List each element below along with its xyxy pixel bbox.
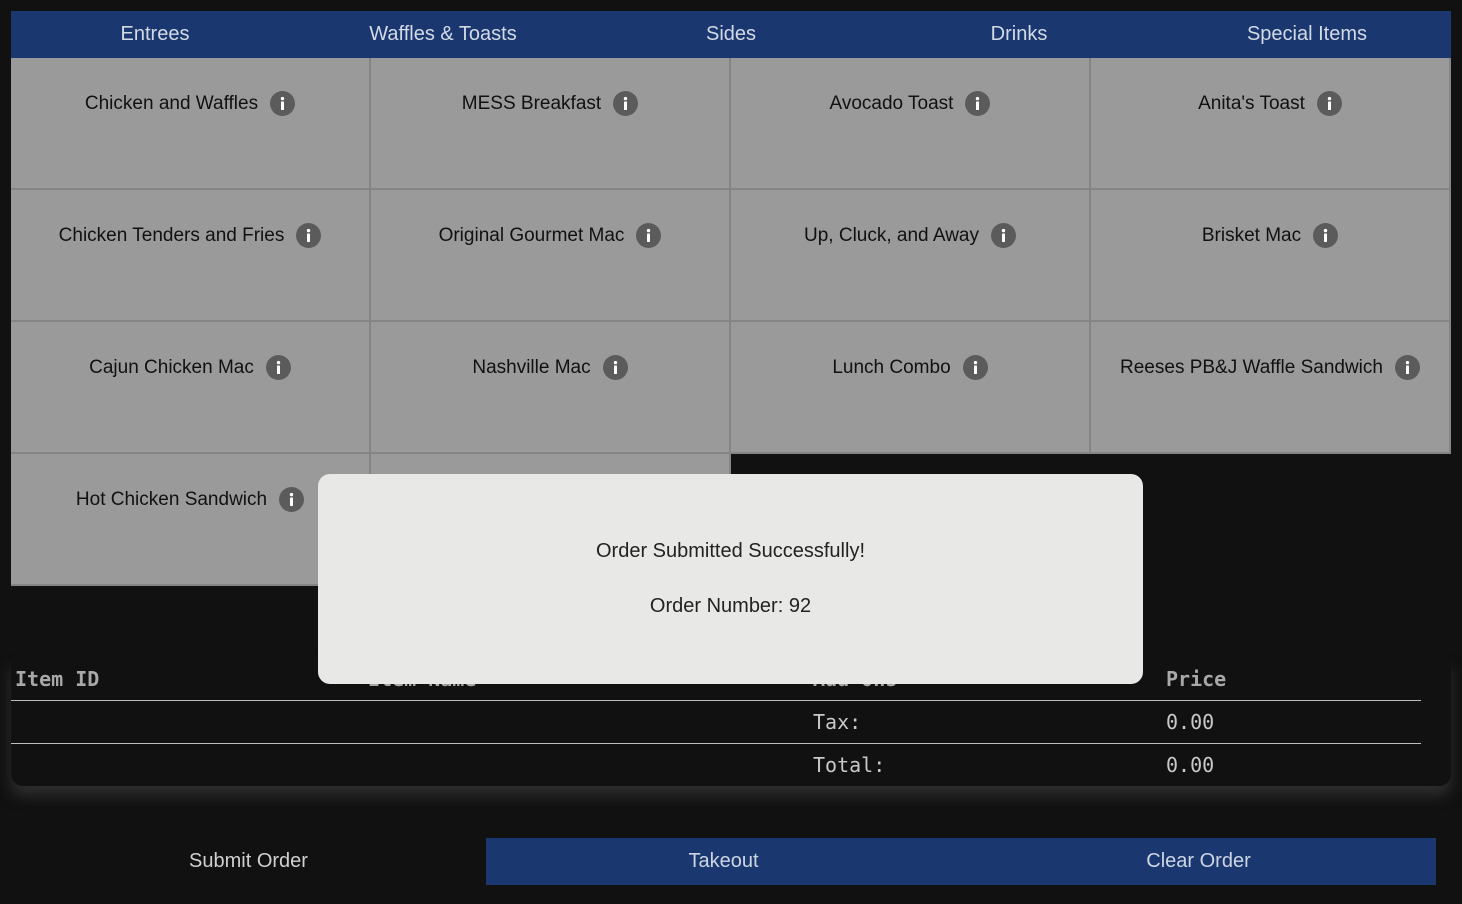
menu-item-label: Chicken and Waffles [84, 92, 259, 114]
menu-item-content: Reeses PB&J Waffle Sandwich [1120, 355, 1420, 380]
info-icon[interactable] [613, 91, 639, 116]
menu-item-content: Original Gourmet Mac [439, 223, 662, 248]
tab-label: Special Items [1246, 23, 1368, 45]
menu-item-content: Hot Chicken Sandwich [75, 487, 305, 512]
menu-item-label: Anita's Toast [1198, 92, 1305, 114]
menu-item-button[interactable]: Cajun Chicken Mac [11, 322, 371, 454]
menu-item-button[interactable]: Chicken Tenders and Fries [11, 190, 371, 322]
tab-special-items[interactable]: Special Items [1163, 11, 1451, 58]
menu-item-button[interactable]: Original Gourmet Mac [371, 190, 731, 322]
menu-item-content: Nashville Mac [472, 355, 628, 380]
category-tabs: Entrees Waffles & Toasts Sides Drinks Sp… [11, 11, 1451, 58]
menu-item-label: Reeses PB&J Waffle Sandwich [1120, 356, 1383, 378]
info-icon[interactable] [1313, 223, 1339, 248]
menu-item-content: MESS Breakfast [461, 91, 639, 116]
column-header-price: Price [1162, 658, 1421, 701]
tab-label: Entrees [120, 23, 190, 45]
info-icon[interactable] [296, 223, 322, 248]
menu-item-label: Original Gourmet Mac [438, 224, 625, 246]
menu-item-label: Chicken Tenders and Fries [58, 224, 285, 246]
info-icon[interactable] [636, 223, 662, 248]
menu-item-content: Chicken and Waffles [84, 91, 296, 116]
menu-item-label: Brisket Mac [1201, 224, 1302, 246]
menu-item-button[interactable]: Avocado Toast [731, 58, 1091, 190]
info-icon[interactable] [990, 223, 1016, 248]
takeout-button[interactable]: Takeout [486, 838, 961, 885]
tax-value: 0.00 [1162, 700, 1421, 744]
menu-item-label: Nashville Mac [472, 356, 591, 378]
tax-label: Tax: [809, 700, 1162, 744]
menu-item-label: Cajun Chicken Mac [89, 356, 254, 378]
menu-item-button[interactable]: Anita's Toast [1091, 58, 1451, 190]
menu-item-button[interactable]: Chicken and Waffles [11, 58, 371, 190]
modal-title: Order Submitted Successfully! [596, 540, 865, 562]
order-confirmation-modal: Order Submitted Successfully! Order Numb… [318, 474, 1143, 684]
info-icon[interactable] [279, 487, 305, 512]
tax-row: Tax: 0.00 [11, 700, 1421, 744]
total-value: 0.00 [1166, 753, 1215, 777]
menu-item-button[interactable]: Nashville Mac [371, 322, 731, 454]
info-icon[interactable] [270, 91, 296, 116]
submit-order-button[interactable]: Submit Order [11, 838, 486, 885]
menu-item-label: MESS Breakfast [461, 92, 602, 114]
menu-item-button[interactable]: Hot Chicken Sandwich [11, 454, 371, 586]
total-row: Total: 0.00 [11, 744, 1421, 787]
menu-item-content: Anita's Toast [1198, 91, 1342, 116]
menu-item-label: Avocado Toast [829, 92, 954, 114]
info-icon[interactable] [965, 91, 991, 116]
menu-item-content: Brisket Mac [1201, 223, 1339, 248]
tab-label: Drinks [990, 23, 1048, 45]
order-number: Order Number: 92 [649, 595, 812, 617]
menu-item-label: Up, Cluck, and Away [804, 224, 979, 246]
tab-label: Waffles & Toasts [369, 23, 517, 45]
info-icon[interactable] [1316, 91, 1342, 116]
info-icon[interactable] [265, 355, 291, 380]
menu-item-label: Lunch Combo [832, 356, 951, 378]
column-header-item-id: Item ID [11, 658, 364, 701]
info-icon[interactable] [962, 355, 988, 380]
menu-item-content: Lunch Combo [832, 355, 988, 380]
clear-order-button[interactable]: Clear Order [961, 838, 1436, 885]
menu-item-content: Cajun Chicken Mac [89, 355, 291, 380]
menu-item-button[interactable]: Reeses PB&J Waffle Sandwich [1091, 322, 1451, 454]
menu-item-content: Avocado Toast [830, 91, 991, 116]
menu-item-content: Chicken Tenders and Fries [59, 223, 322, 248]
total-label: Total: [813, 753, 886, 777]
tab-label: Sides [705, 23, 757, 45]
tab-waffles-toasts[interactable]: Waffles & Toasts [299, 11, 587, 58]
tab-sides[interactable]: Sides [587, 11, 875, 58]
menu-item-content: Up, Cluck, and Away [804, 223, 1016, 248]
menu-item-button[interactable]: Lunch Combo [731, 322, 1091, 454]
info-icon[interactable] [602, 355, 628, 380]
menu-item-button[interactable]: Brisket Mac [1091, 190, 1451, 322]
menu-item-button[interactable]: MESS Breakfast [371, 58, 731, 190]
tab-entrees[interactable]: Entrees [11, 11, 299, 58]
menu-item-label: Hot Chicken Sandwich [75, 488, 268, 510]
tab-drinks[interactable]: Drinks [875, 11, 1163, 58]
menu-item-button[interactable]: Up, Cluck, and Away [731, 190, 1091, 322]
info-icon[interactable] [1394, 355, 1420, 380]
